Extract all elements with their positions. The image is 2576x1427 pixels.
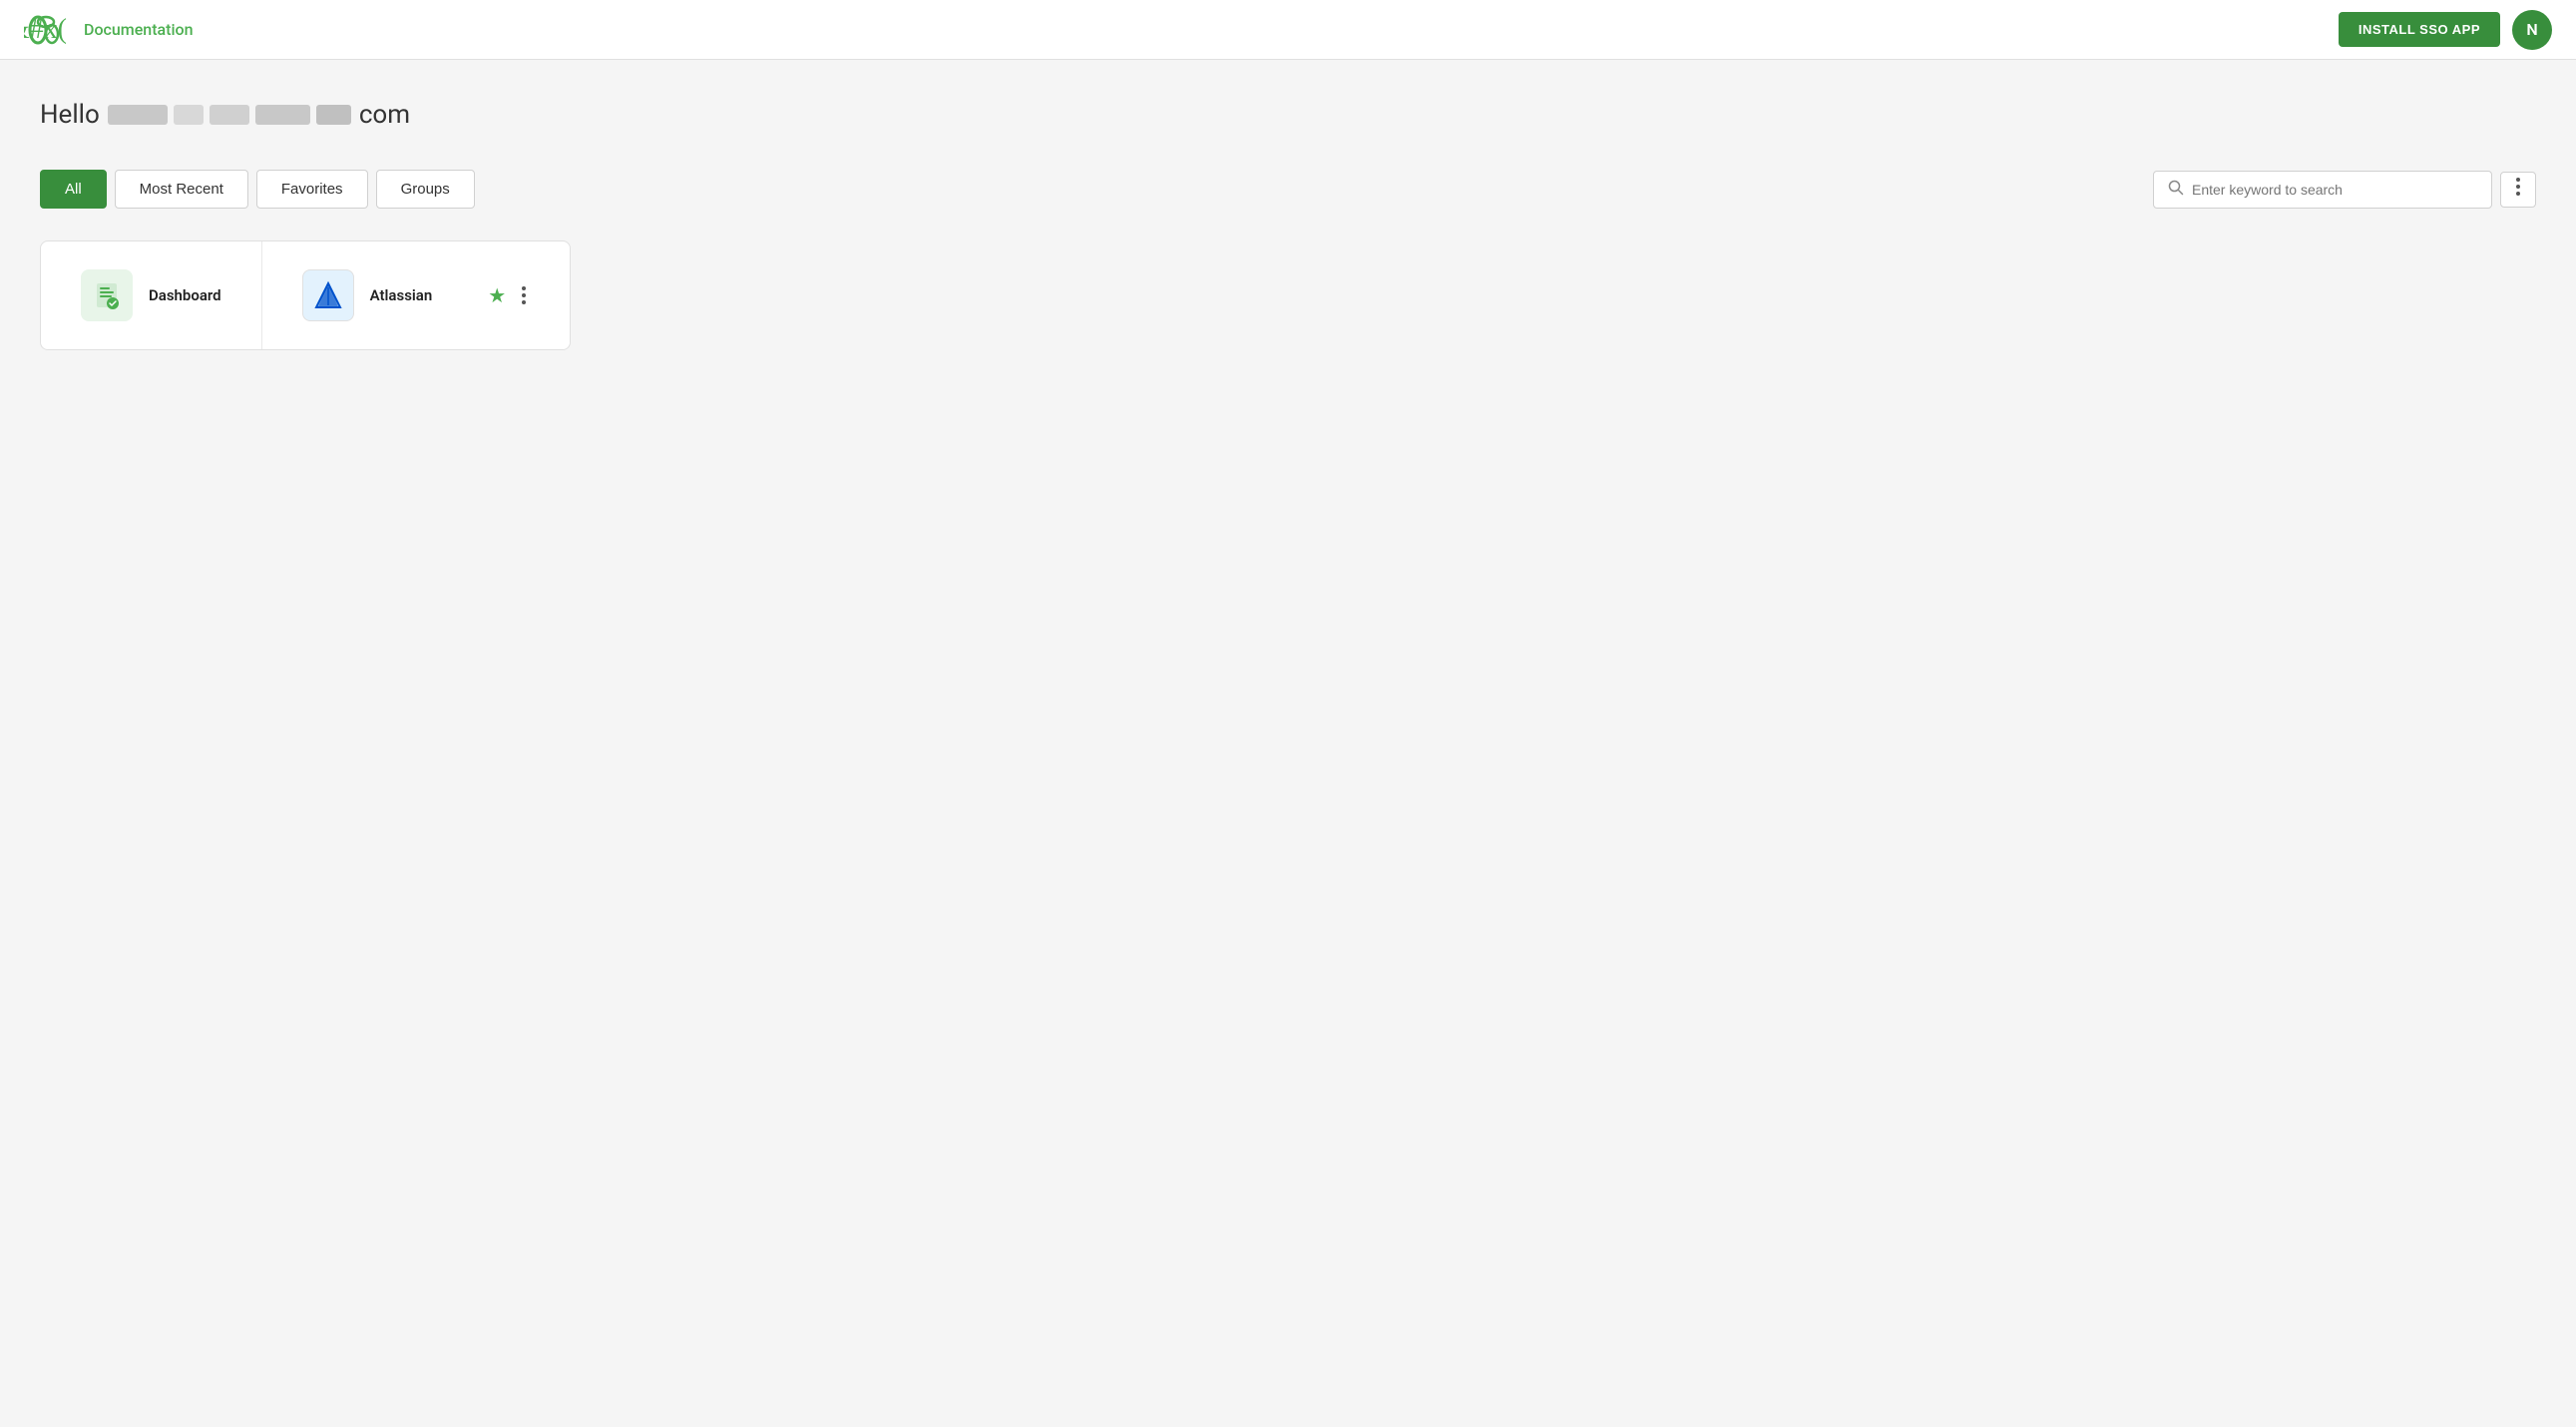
- favorite-star-icon[interactable]: ★: [488, 283, 506, 307]
- more-options-icon: [2516, 178, 2520, 201]
- kebab-dot-2: [522, 293, 526, 297]
- tabs-search-row: All Most Recent Favorites Groups: [40, 170, 2536, 209]
- greeting-hello-text: Hello: [40, 100, 100, 130]
- atlassian-kebab-button[interactable]: [518, 282, 530, 308]
- kebab-dot-3: [522, 300, 526, 304]
- redact-block-5: [316, 105, 351, 125]
- header-right: INSTALL SSO APP N: [2339, 10, 2552, 50]
- search-area: [2153, 171, 2536, 209]
- atlassian-card-icon: [302, 269, 354, 321]
- redact-block-4: [255, 105, 310, 125]
- card-atlassian[interactable]: Atlassian ★: [261, 241, 571, 349]
- header-title: Documentation: [84, 20, 194, 39]
- app-header: &#x((; Documentation INSTALL SSO APP N: [0, 0, 2576, 60]
- app-logo[interactable]: &#x((;: [24, 8, 68, 52]
- atlassian-card-title: Atlassian: [370, 286, 433, 304]
- main-content: Hello com All Most Recent Favorites Grou…: [0, 60, 2576, 350]
- user-avatar[interactable]: N: [2512, 10, 2552, 50]
- greeting-section: Hello com: [40, 100, 2536, 130]
- tab-bar: All Most Recent Favorites Groups: [40, 170, 475, 209]
- tab-groups[interactable]: Groups: [376, 170, 475, 209]
- card-dashboard[interactable]: Dashboard: [41, 241, 261, 349]
- dashboard-card-icon: [81, 269, 133, 321]
- cards-container: Dashboard Atlassian ★: [40, 240, 571, 350]
- atlassian-card-actions: ★: [488, 282, 530, 308]
- header-left: &#x((; Documentation: [24, 8, 194, 52]
- tab-most-recent[interactable]: Most Recent: [115, 170, 248, 209]
- install-sso-button[interactable]: INSTALL SSO APP: [2339, 12, 2500, 47]
- tab-all[interactable]: All: [40, 170, 107, 209]
- dashboard-card-title: Dashboard: [149, 286, 221, 304]
- greeting-domain-text: com: [359, 100, 410, 130]
- redact-block-2: [174, 105, 204, 125]
- search-box: [2153, 171, 2492, 209]
- redact-block-3: [210, 105, 249, 125]
- search-icon: [2168, 180, 2184, 200]
- more-options-button[interactable]: [2500, 172, 2536, 208]
- kebab-dot-1: [522, 286, 526, 290]
- tab-favorites[interactable]: Favorites: [256, 170, 368, 209]
- redact-block-1: [108, 105, 168, 125]
- greeting-redacted-name: [108, 105, 351, 125]
- search-input[interactable]: [2192, 182, 2477, 198]
